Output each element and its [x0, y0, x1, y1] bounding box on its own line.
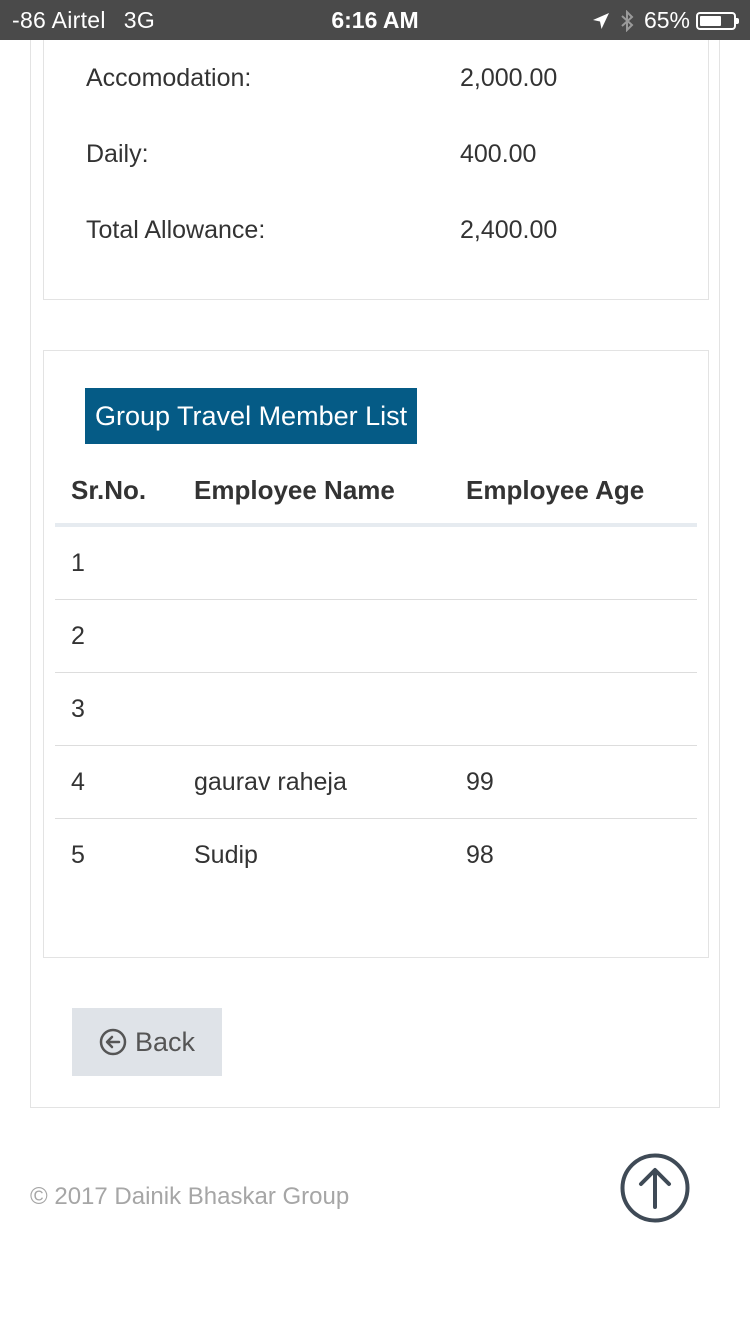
allowance-label: Daily:: [86, 140, 149, 168]
location-arrow-icon: [592, 12, 610, 30]
table-row: 1: [55, 527, 697, 600]
cell-sr-no: 4: [71, 768, 85, 796]
status-right-group: 65%: [592, 7, 739, 34]
cell-employee-name: Sudip: [194, 841, 258, 869]
allowance-value: 2,400.00: [460, 216, 558, 244]
group-travel-panel: Group Travel Member List Sr.No. Employee…: [43, 350, 709, 958]
cell-employee-age: 99: [466, 768, 494, 796]
table-row: 2: [55, 600, 697, 673]
cell-employee-age: 98: [466, 841, 494, 869]
allowance-label: Accomodation:: [86, 64, 252, 92]
column-header-sr-no: Sr.No.: [71, 475, 147, 505]
content-card: Accomodation: 2,000.00 Daily: 400.00 Tot…: [30, 40, 720, 1108]
back-button-label: Back: [134, 1026, 196, 1057]
bluetooth-icon: [620, 9, 634, 32]
scroll-to-top-button[interactable]: [620, 1153, 690, 1223]
table-row: 3: [55, 673, 697, 746]
table-row: 5 Sudip 98: [55, 819, 697, 891]
copyright-text: © 2017 Dainik Bhaskar Group: [30, 1183, 350, 1210]
battery-icon: [696, 11, 739, 30]
status-bar: -86 Airtel 3G 6:16 AM 65%: [0, 0, 750, 40]
table-header: Sr.No. Employee Name Employee Age: [55, 461, 697, 527]
battery-percent: 65%: [643, 7, 690, 33]
cell-sr-no: 3: [71, 695, 85, 723]
cell-sr-no: 5: [71, 841, 85, 869]
column-header-employee-age: Employee Age: [466, 475, 645, 505]
column-header-employee-name: Employee Name: [194, 475, 395, 505]
member-table: Sr.No. Employee Name Employee Age 1 2 3 …: [55, 461, 697, 891]
allowance-panel: Accomodation: 2,000.00 Daily: 400.00 Tot…: [43, 40, 709, 300]
circle-arrow-left-icon: [99, 1028, 127, 1056]
group-travel-title: Group Travel Member List: [85, 388, 418, 444]
arrow-up-circle-icon: [620, 1153, 690, 1223]
table-row: 4 gaurav raheja 99: [55, 746, 697, 819]
allowance-value: 2,000.00: [460, 64, 558, 92]
allowance-value: 400.00: [460, 140, 537, 168]
back-button[interactable]: Back: [72, 1008, 222, 1076]
allowance-label: Total Allowance:: [86, 216, 266, 244]
cell-employee-name: gaurav raheja: [194, 768, 347, 796]
cell-sr-no: 2: [71, 622, 85, 650]
cell-sr-no: 1: [71, 549, 85, 577]
